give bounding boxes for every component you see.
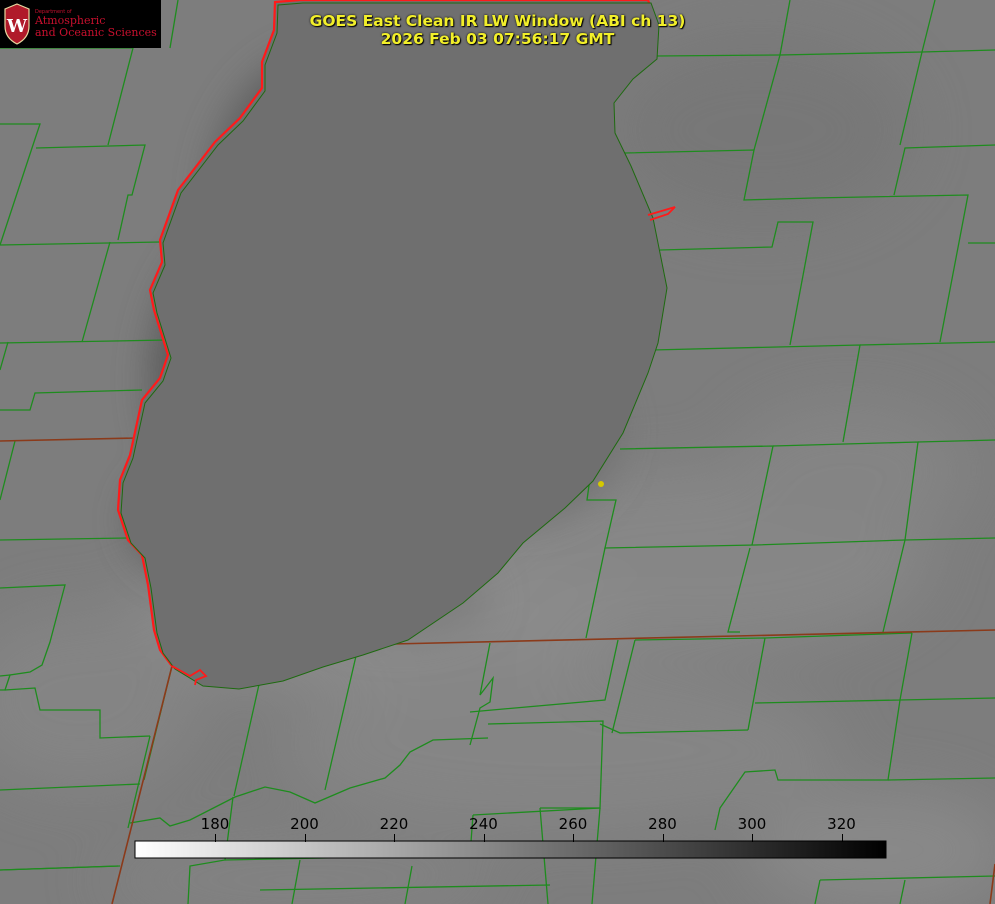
colorbar-tick xyxy=(215,834,216,842)
colorbar-tick-label: 180 xyxy=(200,815,230,833)
title-line2: 2026 Feb 03 07:56:17 GMT xyxy=(380,30,615,48)
colorbar-tick xyxy=(662,834,664,842)
satellite-map xyxy=(0,0,995,904)
image-title: GOES East Clean IR LW Window (ABI ch 13)… xyxy=(0,12,995,48)
colorbar-tick-label: 240 xyxy=(469,815,498,833)
colorbar-tick-label: 300 xyxy=(737,815,767,833)
location-marker xyxy=(598,481,604,487)
colorbar-tick-label: 200 xyxy=(290,815,319,833)
colorbar-tick xyxy=(483,834,485,842)
colorbar-tick xyxy=(573,834,574,842)
colorbar-tick-label: 280 xyxy=(648,815,677,833)
colorbar-tick-label: 220 xyxy=(379,815,409,833)
title-line1: GOES East Clean IR LW Window (ABI ch 13) xyxy=(309,12,686,30)
colorbar-tick-label: 260 xyxy=(558,815,588,833)
colorbar-tick-label: 320 xyxy=(827,815,856,833)
colorbar-tick xyxy=(841,834,843,842)
satellite-viewer: W Department of Atmospheric and Oceanic … xyxy=(0,0,995,904)
colorbar-tick xyxy=(304,834,306,842)
colorbar-gradient xyxy=(134,840,887,859)
colorbar-tick xyxy=(752,834,753,842)
colorbar-tick xyxy=(394,834,395,842)
